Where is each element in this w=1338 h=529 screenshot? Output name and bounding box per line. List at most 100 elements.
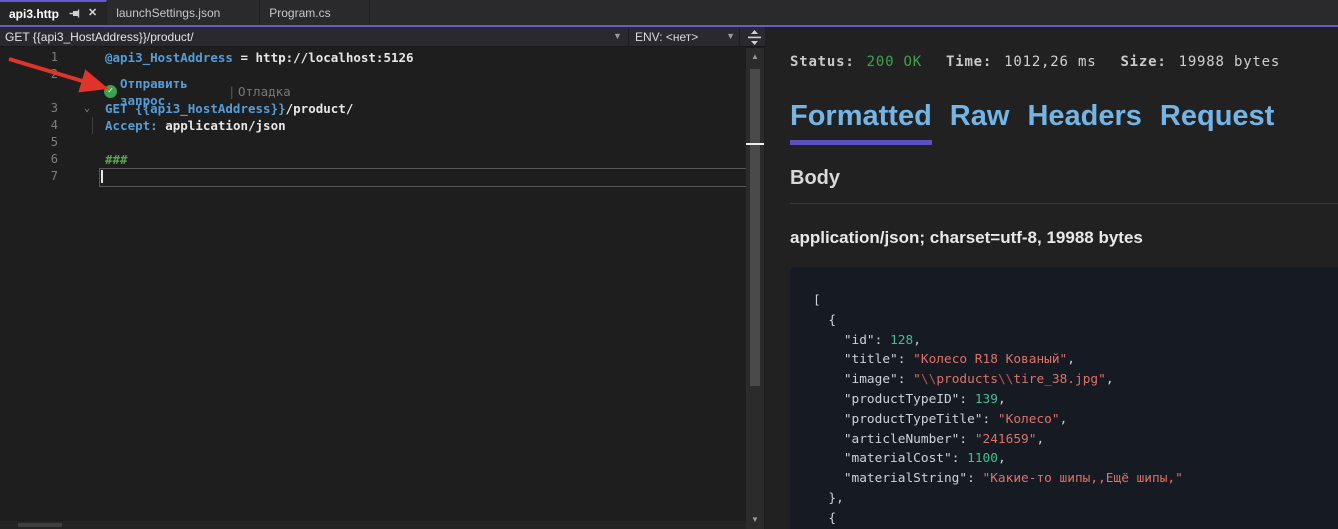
editor-line-4[interactable]: 4 Accept: application/json [0,117,746,134]
tab-label: Program.cs [269,6,330,20]
json-token: "Колесо" [998,412,1060,427]
chevron-down-icon[interactable]: ▼ [726,27,735,47]
json-line: "id": 128, [813,331,1338,351]
tab-launchsettings-json[interactable]: launchSettings.json [107,0,260,25]
json-line: { [813,509,1338,529]
line-number: 5 [30,134,58,151]
response-tabs: Formatted Raw Headers Request [790,99,1274,145]
status-label: Status: [790,54,855,70]
tab-api3-http[interactable]: api3.http ✕ [0,0,107,25]
response-body-viewer[interactable]: [ { "id": 128, "title": "Колесо R18 Кова… [790,267,1338,529]
line-number: 7 [30,168,58,185]
json-line: "image": "\\products\\tire_38.jpg", [813,370,1338,390]
json-token: "image" [813,372,898,387]
editor-pane: GET {{api3_HostAddress}}/product/ ▼ ENV:… [0,27,765,529]
json-token: products [936,372,998,387]
editor-line-1[interactable]: 1 @api3_HostAddress = http://localhost:51… [0,49,746,66]
scrollbar-thumb[interactable] [18,523,62,527]
code-token: GET {{api3_HostAddress}} [105,101,286,116]
editor-line-6[interactable]: 6 ### [0,151,746,168]
code-token: application/json [158,118,286,133]
line-number: 4 [30,117,58,134]
json-token: }, [813,491,844,506]
line-number: 1 [30,49,58,66]
json-token: , [998,451,1006,466]
json-token: : [967,471,982,486]
close-icon[interactable]: ✕ [88,8,97,19]
json-token: { [813,511,836,526]
line-number: 3 [30,100,58,117]
tab-program-cs[interactable]: Program.cs [260,0,370,25]
section-divider [790,203,1338,204]
json-token: 139 [975,392,998,407]
json-token: \\ [998,372,1013,387]
scroll-down-icon[interactable]: ▼ [746,513,764,527]
tab-request[interactable]: Request [1160,99,1274,145]
tab-label: api3.http [9,7,59,21]
json-token: "Колесо R18 Кованый" [913,352,1067,367]
json-token: "Какие-то шипы,,Ещё шипы," [983,471,1183,486]
json-token: , [913,333,921,348]
json-token: "articleNumber" [813,432,959,447]
editor-line-5[interactable]: 5 [0,134,746,151]
request-url-bar: GET {{api3_HostAddress}}/product/ ▼ ENV:… [0,27,765,47]
response-pane: Status: 200 OK Time: 1012,26 ms Size: 19… [765,27,1338,529]
size-label: Size: [1120,54,1166,70]
ide-window: api3.http ✕ launchSettings.json Program.… [0,0,1338,529]
editor-line-7[interactable]: 7 [0,168,746,185]
json-token: { [813,313,836,328]
env-combobox[interactable]: ENV: <нет> ▼ [628,27,740,47]
json-token: "materialString" [813,471,967,486]
json-token: \\ [921,372,936,387]
chevron-down-icon[interactable]: ▼ [613,27,622,47]
json-token: 128 [890,333,913,348]
code-token: Accept: [105,118,158,133]
json-token: , [1036,432,1044,447]
json-body: [ { "id": 128, "title": "Колесо R18 Кова… [790,267,1338,529]
json-token: : [959,392,974,407]
code-text: @api3_HostAddress = http://localhost:512… [105,49,414,66]
editor-line-2[interactable]: 2 [0,66,746,83]
scrollbar-thumb[interactable] [750,69,760,386]
code-token: = http://localhost:5126 [233,50,414,65]
size-value: 19988 bytes [1179,54,1281,70]
codelens-spacer-row [0,83,746,100]
tab-formatted[interactable]: Formatted [790,99,932,145]
code-editor[interactable]: ✓ Отправить запрос | Отладка 1@api3_Host… [0,48,746,521]
scroll-up-icon[interactable]: ▲ [746,50,764,64]
body-section-title: Body [790,167,840,190]
editor-horizontal-scrollbar[interactable] [0,521,746,529]
json-line: }, [813,489,1338,509]
json-token: [ [813,293,821,308]
json-line: "productTypeID": 139, [813,390,1338,410]
fold-chevron-icon[interactable]: ⌄ [84,100,90,117]
json-token: : [959,432,974,447]
status-value: 200 OK [867,54,922,70]
response-status-line: Status: 200 OK Time: 1012,26 ms Size: 19… [790,54,1280,74]
code-text: GET {{api3_HostAddress}}/product/ [105,100,353,117]
line-number: 6 [30,151,58,168]
code-token: @api3_HostAddress [105,50,233,65]
editor-vertical-scrollbar[interactable]: ▲ ▼ [746,48,764,529]
json-token: , [1106,372,1114,387]
json-token: : [983,412,998,427]
json-token: "productTypeTitle" [813,412,983,427]
pin-icon[interactable] [69,8,80,19]
code-text: ### [105,151,128,168]
code-token: /product/ [286,101,354,116]
split-editor-icon[interactable] [745,28,763,46]
tab-label: launchSettings.json [116,6,220,20]
json-token: 1100 [967,451,998,466]
caret-position-marker [746,143,764,145]
text-caret [101,170,103,183]
json-token: : [875,333,890,348]
json-token: " [913,372,921,387]
json-token: , [998,392,1006,407]
request-combobox[interactable]: GET {{api3_HostAddress}}/product/ [5,27,194,47]
tab-raw[interactable]: Raw [950,99,1010,145]
json-token: : [898,372,913,387]
indent-guide [92,117,93,134]
tab-headers[interactable]: Headers [1027,99,1141,145]
json-line: "materialCost": 1100, [813,449,1338,469]
editor-line-3[interactable]: 3 ⌄ GET {{api3_HostAddress}}/product/ [0,100,746,117]
